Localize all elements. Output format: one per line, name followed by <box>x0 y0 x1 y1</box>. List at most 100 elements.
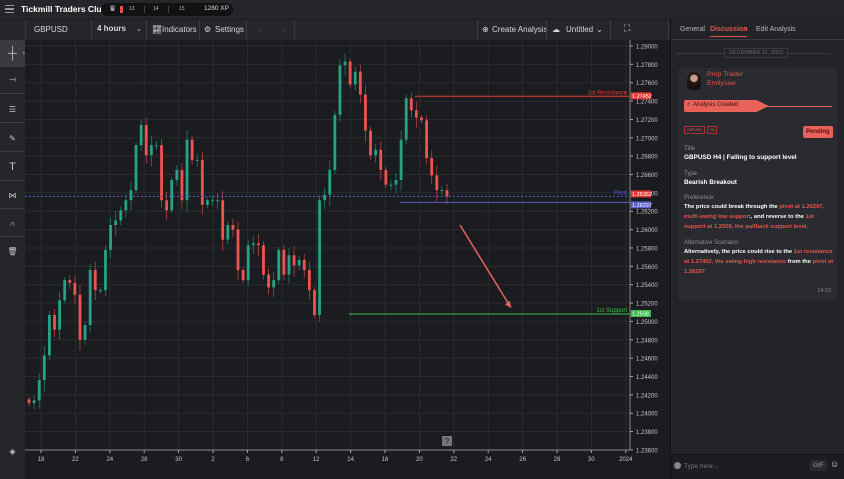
analysis-card: Prop Trader Emilysaw ♁ Analysis Created … <box>678 68 837 300</box>
candle-bullish <box>277 249 281 281</box>
preference-label: Preference: <box>684 195 716 201</box>
message-input[interactable] <box>684 460 804 472</box>
candle-bullish <box>134 145 138 191</box>
y-tick-label: 1.23600 <box>636 448 658 454</box>
x-tick-label: 24 <box>106 457 113 463</box>
candle-bearish <box>180 169 184 201</box>
magnet-tool[interactable]: ∩ <box>0 210 25 237</box>
candle-bullish <box>42 355 46 381</box>
candle-bullish <box>104 249 107 291</box>
candle-bullish <box>251 243 255 246</box>
candle-bullish <box>216 200 220 202</box>
candle-bullish <box>139 124 143 146</box>
indicators-button[interactable]: Indicators <box>162 25 197 34</box>
ray-line-icon: ⟞ <box>9 75 16 84</box>
price-tag-label: 1.26362 <box>632 192 652 198</box>
redo-icon[interactable]: → <box>280 25 288 34</box>
avatar[interactable] <box>687 72 701 90</box>
emoji-icon[interactable]: ☺ <box>830 459 839 469</box>
candle-bullish <box>124 200 128 211</box>
candle-bullish <box>175 169 179 181</box>
delete-tool[interactable]: 🗑︎ <box>0 238 25 265</box>
settings-button[interactable]: Settings <box>215 25 244 34</box>
chart-toolbar: GBPUSD 4 hours ⌄ 📈︎ Indicators ⚙ Setting… <box>0 19 670 41</box>
candle-bullish <box>63 280 67 301</box>
parallel-lines-icon: ☰ <box>8 104 17 114</box>
candle-bearish <box>302 259 306 270</box>
alternative-label: Alternative Scenario: <box>684 240 740 246</box>
candle-bullish <box>114 220 118 226</box>
candle-bearish <box>236 229 240 270</box>
candle-bearish <box>27 399 31 404</box>
y-tick-label: 1.27000 <box>636 136 658 142</box>
candle-bullish <box>328 169 332 195</box>
type-label: Type <box>684 171 698 177</box>
chart-canvas[interactable]: 1.28000 1.27800 1.27600 1.27400 1.27200 1.270… <box>25 40 670 479</box>
crosshair-icon: ┼ <box>8 46 17 60</box>
candle-bearish <box>231 225 235 230</box>
status-badge[interactable]: Pending <box>803 126 833 138</box>
divider <box>146 20 147 41</box>
price-tag-label: 1.26297 <box>632 203 652 209</box>
candle-bearish <box>384 169 388 185</box>
candle-bearish <box>73 282 77 295</box>
chevron-down-icon[interactable]: ⌄ <box>136 25 142 33</box>
parallel-lines-tool[interactable]: ☰ <box>0 96 25 123</box>
candle-bullish <box>333 114 337 170</box>
pattern-tool[interactable]: ⋈ <box>0 182 25 209</box>
menu-icon[interactable] <box>5 5 14 13</box>
candle-bearish <box>430 157 434 176</box>
candle-bearish <box>68 280 72 283</box>
candle-bearish <box>348 61 352 85</box>
chevron-down-icon[interactable]: ⌄ <box>596 25 603 34</box>
brush-tool[interactable]: ✎ <box>0 125 25 152</box>
date-separator: DECEMBER 21, 2023 <box>724 48 789 58</box>
symbol-selector[interactable]: GBPUSD <box>34 25 68 34</box>
indicators-icon: 📈︎ <box>152 25 163 34</box>
interval-selector[interactable]: 4 hours <box>97 24 126 33</box>
undo-icon[interactable]: ← <box>256 25 264 34</box>
candle-bearish <box>445 190 449 197</box>
candle-bearish <box>221 200 225 240</box>
gif-button[interactable]: GIF <box>810 460 827 471</box>
candle-bearish <box>256 243 260 246</box>
tab-edit-analysis[interactable]: Edit Analysis <box>756 26 796 33</box>
layout-name-selector[interactable]: Untitled <box>566 25 593 34</box>
candle-bearish <box>160 145 163 201</box>
event-label: Analysis Created <box>693 102 739 108</box>
candle-bearish <box>93 269 97 291</box>
candle-bullish <box>297 259 301 266</box>
candle-bearish <box>415 110 418 118</box>
attach-icon[interactable] <box>674 462 681 469</box>
layers-button[interactable]: ◈ <box>0 438 25 465</box>
tab-general[interactable]: General <box>680 26 705 33</box>
line-tool[interactable]: ⟞ <box>0 67 25 94</box>
y-tick-label: 1.28000 <box>636 45 658 51</box>
y-tick-label: 1.24600 <box>636 357 658 363</box>
tag-symbol: GBPUSD <box>684 126 705 134</box>
candle-bearish <box>53 314 56 330</box>
level-label: Pivot <box>614 190 628 196</box>
gear-icon: ⚙ <box>204 25 212 34</box>
text-tool[interactable]: T <box>0 154 25 181</box>
candle-bullish <box>287 255 291 275</box>
badge-15: 15 <box>179 6 185 12</box>
candle-bullish <box>389 184 393 186</box>
tab-discussion[interactable]: Discussion <box>710 26 748 37</box>
author-name[interactable]: Emilysaw <box>707 80 736 87</box>
magnet-icon: ∩ <box>9 218 16 228</box>
candle-bullish <box>88 269 92 326</box>
candle-bullish <box>170 180 174 211</box>
layers-icon: ◈ <box>9 447 16 456</box>
y-tick-label: 1.24200 <box>636 393 658 399</box>
divider <box>477 20 478 41</box>
price-chart[interactable]: 1.28000 1.27800 1.27600 1.27400 1.27200 1.270… <box>25 40 670 479</box>
divider <box>246 20 247 41</box>
fullscreen-icon[interactable]: ⛶ <box>624 23 630 34</box>
candle-bearish <box>364 94 367 131</box>
candle-bullish <box>394 180 398 185</box>
xp-pill[interactable]: ♛ 13 14 15 1280 XP <box>101 3 233 16</box>
crosshair-tool[interactable]: ┼ › <box>0 40 25 67</box>
create-analysis-button[interactable]: Create Analysis <box>492 25 548 34</box>
close-tab-icon[interactable]: × <box>744 26 748 33</box>
